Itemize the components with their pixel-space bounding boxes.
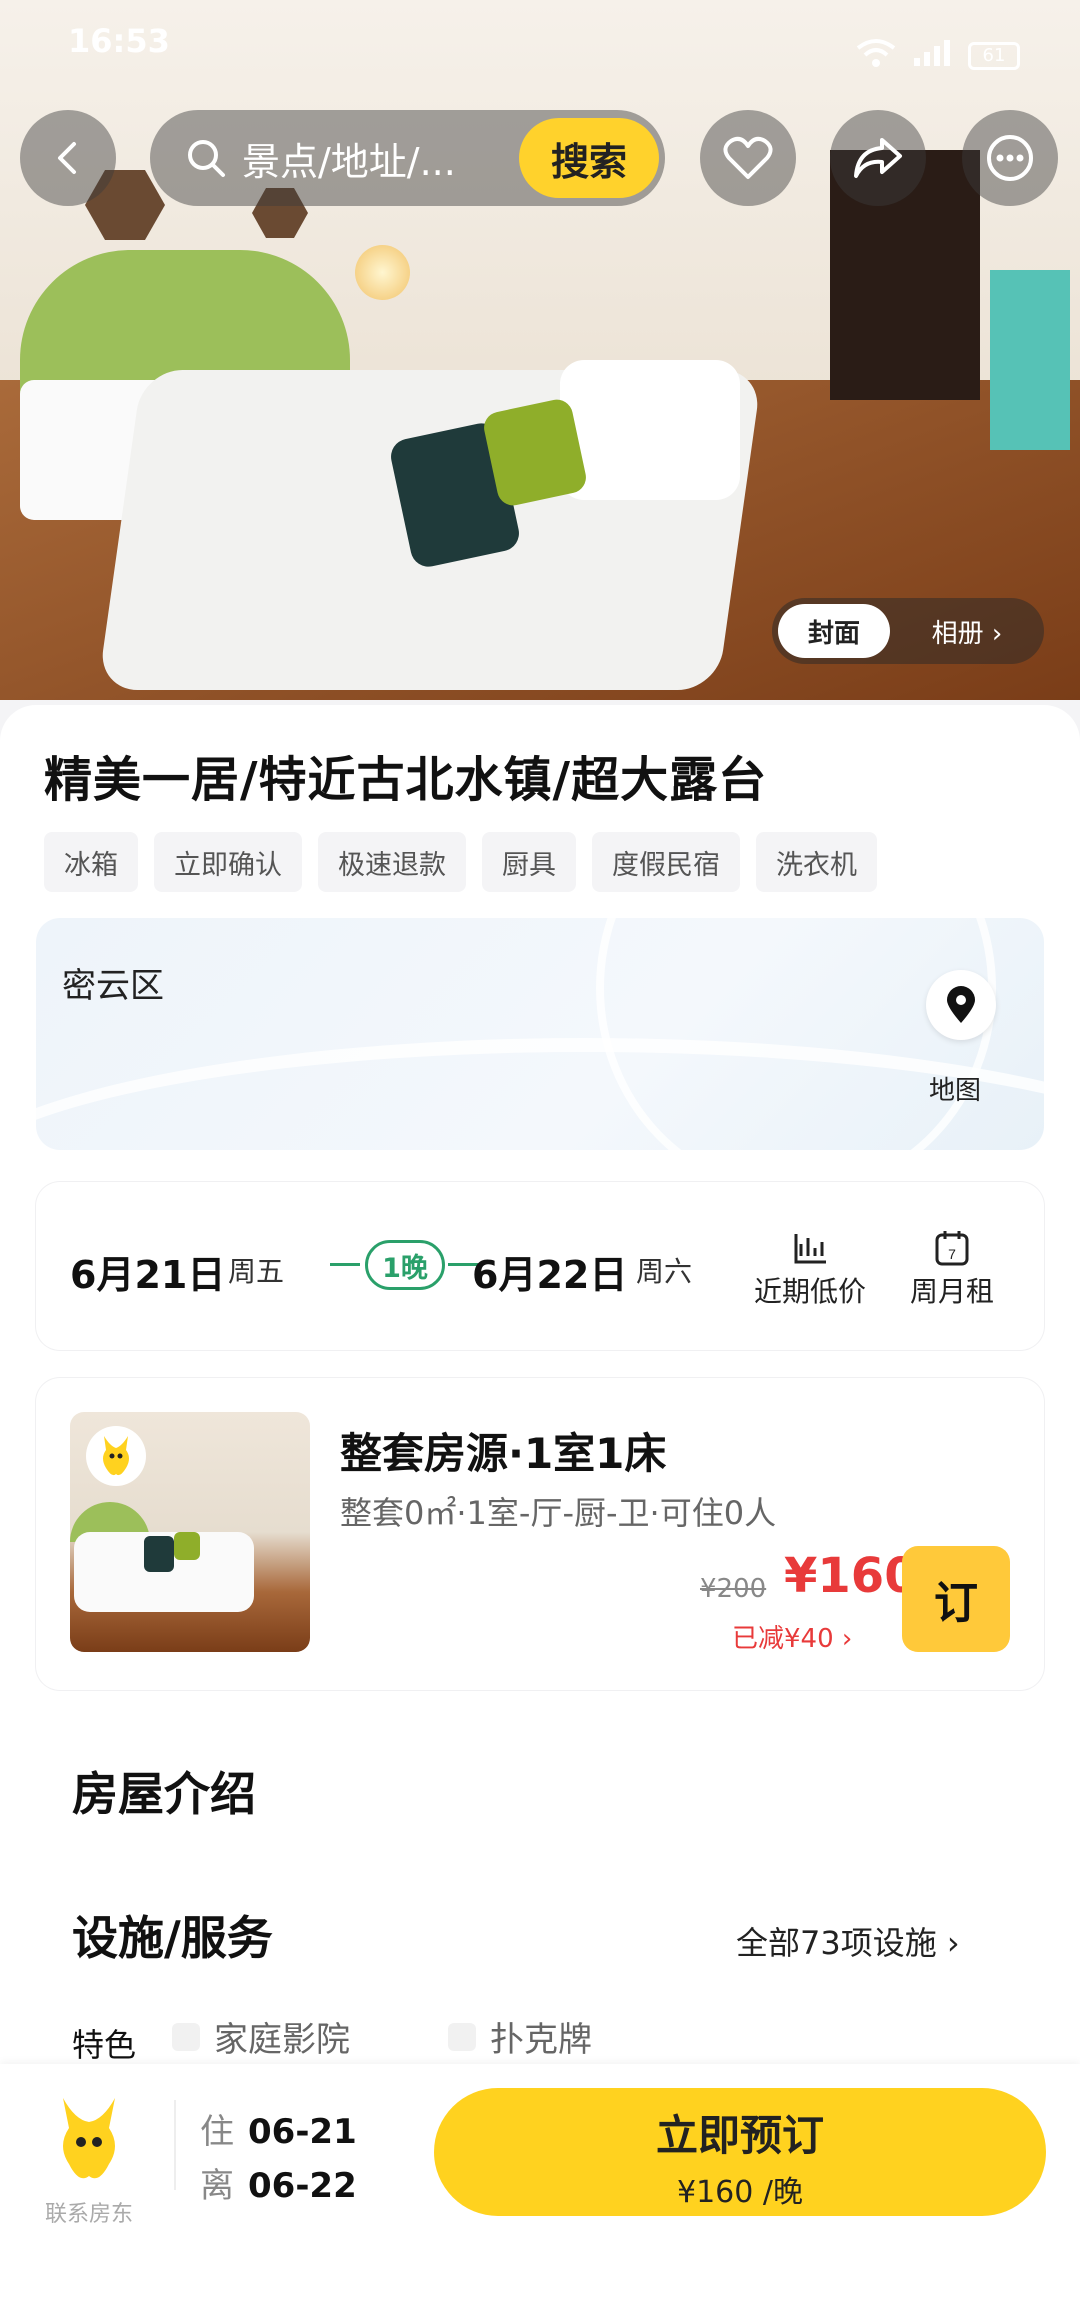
discount-link[interactable]: 已减¥40 › — [732, 1618, 852, 1655]
checkout-key: 离 — [200, 2166, 234, 2206]
tag: 冰箱 — [44, 832, 138, 892]
listing-title: 精美一居/特近古北水镇/超大露台 — [44, 752, 768, 808]
intro-title: 房屋介绍 — [72, 1767, 256, 1821]
checkout-date[interactable]: 6月22日 — [472, 1244, 627, 1299]
nights-indicator: 1晚 — [330, 1240, 480, 1292]
photo-sofa-arm — [560, 360, 740, 500]
search-input[interactable]: 景点/地址/... — [242, 131, 462, 186]
checkout-weekday: 周六 — [636, 1255, 693, 1288]
search-button[interactable]: 搜索 — [519, 118, 659, 198]
room-card[interactable]: 整套房源·1室1床 整套0㎡·1室-厅-厨-卫·可住0人 ¥200 ¥160 已… — [36, 1378, 1044, 1690]
low-price-label: 近期低价 — [753, 1275, 866, 1308]
checkin-key: 住 — [200, 2112, 234, 2152]
status-bar: 16:53 61 — [0, 0, 1080, 90]
nights-count: 1晚 — [365, 1240, 445, 1290]
feature-label: 家庭影院 — [214, 2020, 350, 2060]
tag: 度假民宿 — [592, 832, 740, 892]
tab-cover[interactable]: 封面 — [778, 604, 890, 658]
heart-icon — [723, 136, 773, 179]
more-button[interactable] — [962, 110, 1058, 206]
room-title: 整套房源·1室1床 — [340, 1429, 667, 1478]
signal-icon — [912, 38, 952, 75]
tag: 立即确认 — [154, 832, 302, 892]
room-thumbnail[interactable] — [70, 1412, 310, 1652]
bottom-bar: 联系房东 住 06-21 离 06-22 立即预订 ¥160 /晚 — [0, 2064, 1080, 2314]
tag: 极速退款 — [318, 832, 466, 892]
calendar-icon: 7 — [935, 1231, 969, 1266]
price-per-night: ¥160 /晚 — [677, 2175, 803, 2210]
checkin-date[interactable]: 6月21日 — [70, 1244, 225, 1299]
share-icon — [854, 138, 902, 178]
checkin-weekday: 周五 — [228, 1255, 285, 1288]
stay-checkin[interactable]: 住 06-21 — [200, 2104, 357, 2153]
special-label: 特色 — [72, 2026, 137, 2064]
location-pin-icon — [947, 986, 975, 1023]
status-time: 16:53 — [68, 22, 170, 60]
contact-host-button[interactable]: 联系房东 — [24, 2094, 154, 2228]
map-button[interactable] — [926, 970, 996, 1040]
feature-item: 扑克牌 — [448, 2012, 592, 2061]
facilities-title: 设施/服务 — [72, 1911, 273, 1965]
map-label: 地图 — [929, 1076, 982, 1106]
map-road — [596, 918, 996, 1150]
monthly-rent-button[interactable]: 7 周月租 — [892, 1226, 1012, 1310]
book-room-button[interactable]: 订 — [902, 1546, 1010, 1652]
top-bar: 景点/地址/... 搜索 — [0, 110, 1080, 210]
feature-label: 扑克牌 — [490, 2020, 592, 2060]
intro-card: 房屋介绍 设施/服务 全部73项设施 › 特色 家庭影院 扑克牌 — [36, 1720, 1044, 2120]
feature-tags: 冰箱 立即确认 极速退款 厨具 度假民宿 洗衣机 — [44, 832, 877, 892]
svg-text:7: 7 — [948, 1246, 956, 1262]
more-icon — [987, 135, 1033, 181]
wifi-icon — [856, 38, 896, 75]
search-icon — [188, 140, 225, 177]
monthly-rent-label: 周月租 — [909, 1275, 994, 1308]
checkin-value: 06-21 — [248, 2112, 357, 2152]
tab-album[interactable]: 相册 › — [890, 613, 1044, 650]
tag: 洗衣机 — [756, 832, 877, 892]
mascot-badge-icon — [86, 1426, 146, 1486]
nights-line — [330, 1263, 360, 1266]
map-card[interactable]: 密云区 地图 — [36, 918, 1044, 1150]
cover-album-switch[interactable]: 封面 相册 › — [772, 598, 1044, 664]
price-trend-icon — [794, 1234, 826, 1264]
favorite-button[interactable] — [700, 110, 796, 206]
thumb-pillow — [174, 1532, 200, 1560]
low-price-button[interactable]: 近期低价 — [750, 1226, 870, 1310]
bottom-divider — [174, 2100, 176, 2190]
photo-pillow-green — [481, 396, 589, 509]
current-price: ¥160 — [784, 1548, 918, 1604]
contact-host-label: 联系房东 — [44, 2202, 133, 2227]
original-price: ¥200 — [700, 1574, 767, 1604]
room-subtitle: 整套0㎡·1室-厅-厨-卫·可住0人 — [340, 1494, 777, 1532]
share-button[interactable] — [830, 110, 926, 206]
home-theater-icon — [172, 2022, 200, 2051]
battery-icon: 61 — [968, 42, 1020, 70]
search-bar[interactable]: 景点/地址/... 搜索 — [150, 110, 665, 206]
book-now-button[interactable]: 立即预订 ¥160 /晚 — [434, 2088, 1046, 2216]
all-facilities-link[interactable]: 全部73项设施 › — [736, 1918, 960, 1964]
checkout-value: 06-22 — [248, 2166, 357, 2206]
date-card[interactable]: 6月21日 周五 1晚 6月22日 周六 近期低价 7 周月租 — [36, 1182, 1044, 1350]
mascot-icon — [63, 2098, 115, 2179]
photo-lamp — [355, 245, 410, 300]
back-arrow-icon — [58, 142, 76, 174]
status-icons: 61 — [856, 22, 1020, 90]
stay-checkout[interactable]: 离 06-22 — [200, 2158, 357, 2207]
book-now-label: 立即预订 — [655, 2111, 824, 2160]
tag: 厨具 — [482, 832, 576, 892]
hero-photo[interactable] — [0, 0, 1080, 700]
photo-fridge — [990, 270, 1070, 450]
thumb-pillow — [144, 1536, 174, 1572]
feature-item: 家庭影院 — [172, 2012, 350, 2061]
back-button[interactable] — [20, 110, 116, 206]
district-label: 密云区 — [62, 966, 164, 1006]
cards-icon — [448, 2022, 476, 2051]
